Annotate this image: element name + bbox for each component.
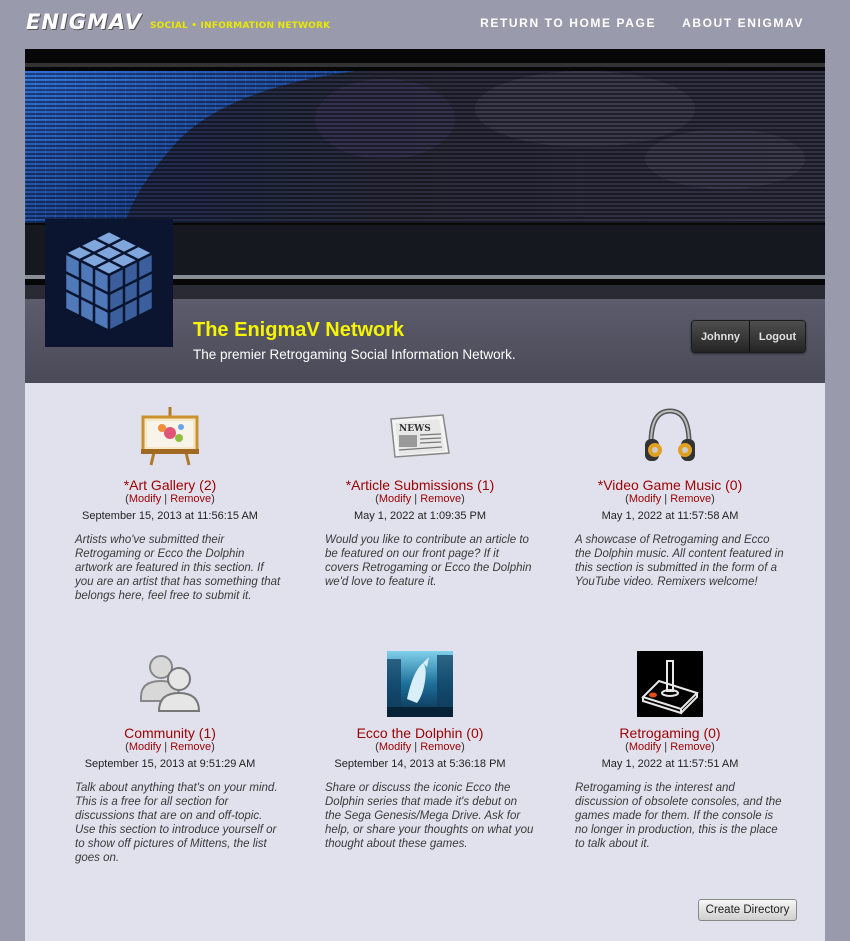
users-icon[interactable]: [137, 651, 203, 717]
remove-link[interactable]: Remove: [170, 493, 211, 505]
directory-title-link[interactable]: *Article Submissions (1): [295, 477, 545, 493]
directory-date: September 14, 2013 at 5:36:18 PM: [334, 758, 506, 770]
directory-date: September 15, 2013 at 9:51:29 AM: [84, 758, 256, 770]
directory-actions: (Modify | Remove): [125, 493, 215, 505]
user-profile-button[interactable]: Johnny: [692, 321, 750, 352]
directory-description: A showcase of Retrogaming and Ecco the D…: [575, 534, 784, 588]
remove-link[interactable]: Remove: [420, 493, 461, 505]
remove-link[interactable]: Remove: [170, 741, 211, 753]
directory-actions: (Modify | Remove): [125, 741, 215, 753]
directory-card: *Art Gallery (2) (Modify | Remove) Septe…: [45, 403, 295, 603]
directory-card: Ecco the Dolphin (0) (Modify | Remove) S…: [295, 651, 545, 851]
directory-date: May 1, 2022 at 1:09:35 PM: [353, 510, 487, 522]
headphones-icon[interactable]: [637, 403, 703, 469]
directory-title-link[interactable]: Retrogaming (0): [545, 725, 795, 741]
easel-art-icon[interactable]: [137, 403, 203, 469]
logout-button[interactable]: Logout: [750, 321, 805, 352]
directory-card: Retrogaming (0) (Modify | Remove) May 1,…: [545, 651, 795, 851]
directory-date: September 15, 2013 at 11:56:15 AM: [82, 510, 258, 522]
create-directory-button[interactable]: Create Directory: [698, 899, 797, 921]
directory-title-link[interactable]: Ecco the Dolphin (0): [295, 725, 545, 741]
directory-card: Community (1) (Modify | Remove) Septembe…: [45, 651, 295, 865]
newspaper-icon[interactable]: NEWS: [387, 403, 453, 469]
svg-text:NEWS: NEWS: [399, 424, 431, 434]
network-tagline: The premier Retrogaming Social Informati…: [193, 347, 516, 362]
modify-link[interactable]: Modify: [629, 493, 661, 505]
nav-home-link[interactable]: RETURN TO HOME PAGE: [480, 16, 656, 30]
top-bar: ENIGMAV SOCIAL • INFORMATION NETWORK RET…: [0, 0, 850, 46]
modify-link[interactable]: Modify: [379, 493, 411, 505]
directory-description: Share or discuss the iconic Ecco the Dol…: [325, 782, 534, 850]
directory-description: Talk about anything that's on your mind.…: [75, 782, 278, 864]
modify-link[interactable]: Modify: [629, 741, 661, 753]
directory-description: Retrogaming is the interest and discussi…: [575, 782, 782, 850]
remove-link[interactable]: Remove: [670, 493, 711, 505]
modify-link[interactable]: Modify: [129, 741, 161, 753]
joystick-icon[interactable]: [637, 651, 703, 717]
top-nav: RETURN TO HOME PAGE ABOUT ENIGMAV: [480, 16, 804, 30]
main-panel: The EnigmaV Network The premier Retrogam…: [25, 49, 825, 941]
directory-actions: (Modify | Remove): [375, 741, 465, 753]
directory-actions: (Modify | Remove): [375, 493, 465, 505]
directory-actions: (Modify | Remove): [625, 493, 715, 505]
dolphin-icon[interactable]: [387, 651, 453, 717]
directory-date: May 1, 2022 at 11:57:51 AM: [601, 758, 739, 770]
modify-link[interactable]: Modify: [129, 493, 161, 505]
logo-subtitle: SOCIAL • INFORMATION NETWORK: [149, 21, 331, 31]
directory-title-link[interactable]: *Video Game Music (0): [545, 477, 795, 493]
logo-wordmark: ENIGMAV: [26, 10, 142, 34]
profile-avatar[interactable]: [45, 219, 173, 347]
directory-title-link[interactable]: Community (1): [45, 725, 295, 741]
directory-date: May 1, 2022 at 11:57:58 AM: [601, 510, 739, 522]
user-button-group: Johnny Logout: [691, 320, 806, 353]
site-logo[interactable]: ENIGMAV SOCIAL • INFORMATION NETWORK: [26, 10, 330, 34]
modify-link[interactable]: Modify: [379, 741, 411, 753]
directory-actions: (Modify | Remove): [625, 741, 715, 753]
directory-card: NEWS *Article Submissions (1) (Modify | …: [295, 403, 545, 589]
directory-title-link[interactable]: *Art Gallery (2): [45, 477, 295, 493]
network-title: The EnigmaV Network: [193, 319, 405, 341]
directory-description: Would you like to contribute an article …: [325, 534, 532, 588]
remove-link[interactable]: Remove: [670, 741, 711, 753]
directory-card: *Video Game Music (0) (Modify | Remove) …: [545, 403, 795, 589]
remove-link[interactable]: Remove: [420, 741, 461, 753]
directory-description: Artists who've submitted their Retrogami…: [75, 534, 281, 602]
nav-about-link[interactable]: ABOUT ENIGMAV: [682, 16, 804, 30]
cube-logo-icon: [45, 219, 173, 347]
